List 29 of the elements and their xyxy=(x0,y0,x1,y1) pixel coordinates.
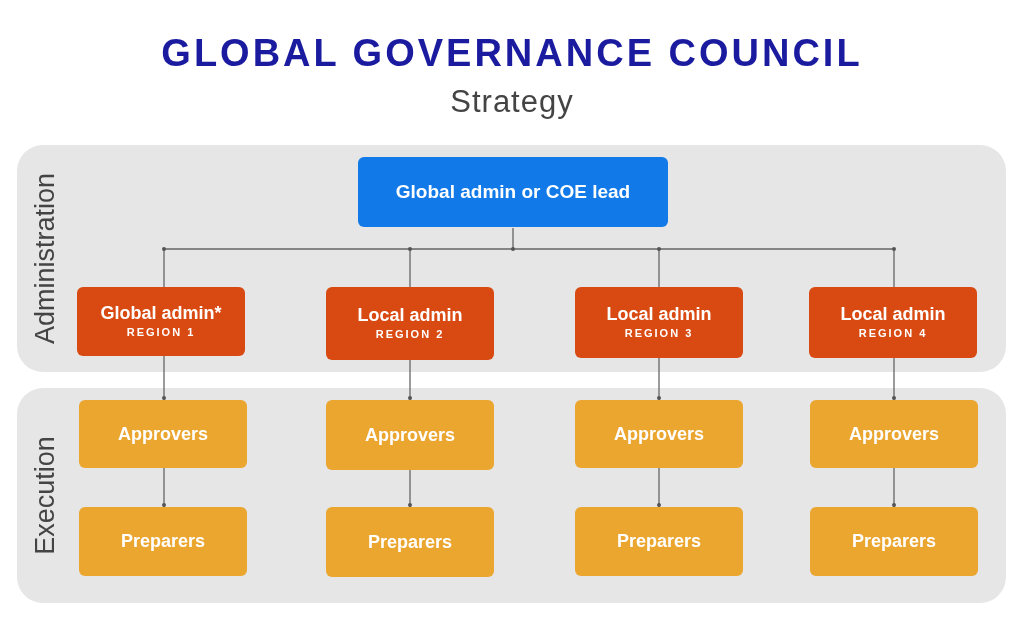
connector-line xyxy=(892,357,896,401)
chart-subtitle: Strategy xyxy=(449,86,575,117)
connector-line xyxy=(657,357,661,401)
role-title: Local admin xyxy=(606,304,712,326)
connector-line xyxy=(408,469,412,508)
region-label: REGION 2 xyxy=(375,326,445,342)
chart-title: GLOBAL GOVERNANCE COUNCIL xyxy=(160,34,864,72)
role-box: Global admin or COE lead xyxy=(358,157,668,227)
role-title: Local admin xyxy=(357,305,463,327)
role-box: Approvers xyxy=(326,400,494,470)
connector-line xyxy=(408,359,412,401)
region-label: REGION 3 xyxy=(624,325,694,341)
role-box: Approvers xyxy=(79,400,247,468)
role-title: Global admin* xyxy=(100,303,222,325)
role-title: Local admin xyxy=(840,304,946,326)
role-box: Preparers xyxy=(810,507,978,576)
connector-line xyxy=(162,467,166,508)
connector-line xyxy=(892,467,896,508)
role-box: Approvers xyxy=(810,400,978,468)
role-box: Approvers xyxy=(575,400,743,468)
tier-label: Administration xyxy=(31,172,59,345)
region-label: REGION 4 xyxy=(858,325,928,341)
role-box: Preparers xyxy=(575,507,743,576)
tier-label: Execution xyxy=(31,436,59,555)
connector-line xyxy=(162,355,166,401)
connector-line xyxy=(657,467,661,508)
role-box: Preparers xyxy=(326,507,494,577)
region-label: REGION 1 xyxy=(126,324,196,340)
role-box: Preparers xyxy=(79,507,247,576)
